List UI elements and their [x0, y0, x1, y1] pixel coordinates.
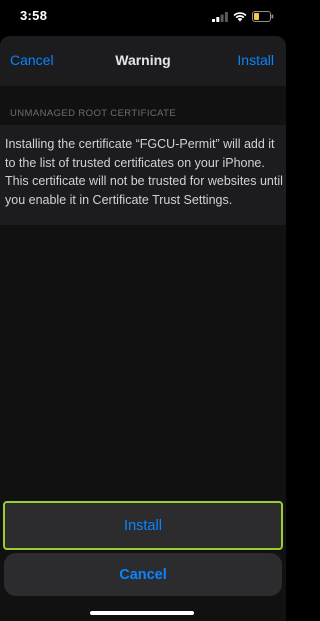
home-indicator[interactable]: [90, 611, 194, 615]
cellular-signal-icon: [212, 11, 228, 22]
wifi-icon: [233, 11, 247, 22]
warning-message: Installing the certificate “FGCU-Permit”…: [5, 137, 283, 207]
action-sheet-cancel-button[interactable]: Cancel: [4, 553, 282, 596]
install-button[interactable]: Install: [237, 52, 274, 68]
status-time: 3:58: [20, 8, 48, 23]
status-icons: [212, 9, 274, 23]
section-header: UNMANAGED ROOT CERTIFICATE: [10, 108, 177, 119]
battery-icon: [252, 10, 274, 22]
navigation-bar: Cancel Warning Install: [0, 36, 286, 86]
action-sheet-install-button[interactable]: Install: [3, 501, 283, 550]
cancel-button[interactable]: Cancel: [10, 52, 54, 68]
status-bar: 3:58: [0, 0, 286, 36]
